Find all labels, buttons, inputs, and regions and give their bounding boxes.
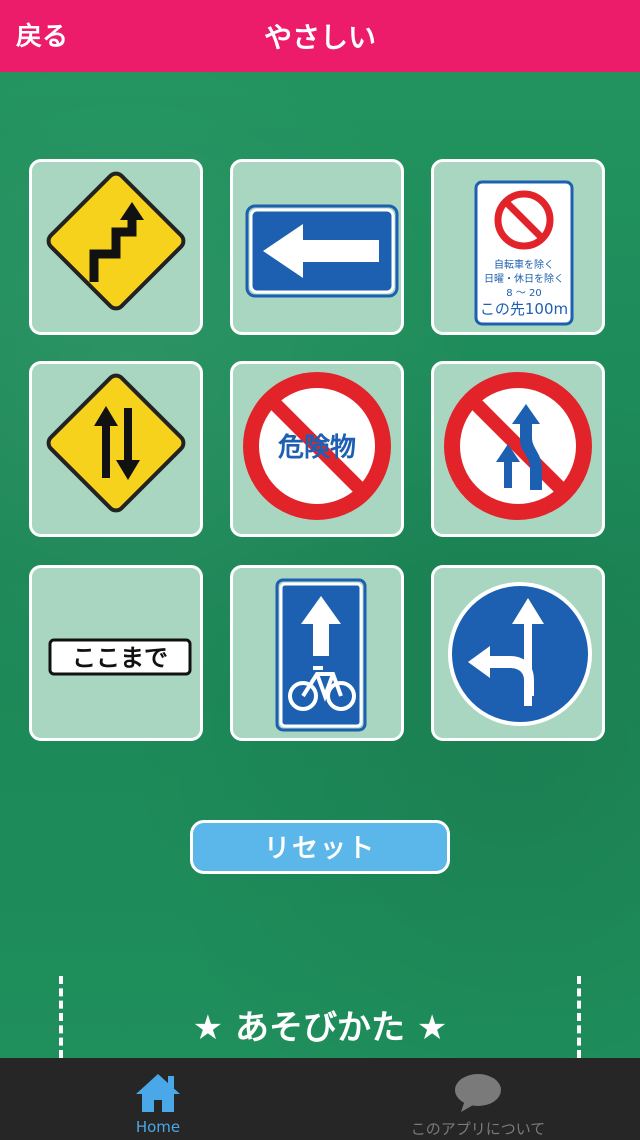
sign-text-line-4: この先100m	[480, 300, 568, 318]
tile-no-bicycle-parking[interactable]: 自転車を除く 日曜・休日を除く 8 ～ 20 この先100m	[431, 159, 605, 335]
one-way-sign-icon	[245, 204, 399, 298]
how-to-play-heading: ★ あそびかた ★	[192, 1008, 448, 1048]
top-bar: 戻る やさしい	[0, 0, 640, 72]
tile-bicycle-lane[interactable]	[230, 565, 404, 741]
tile-no-hazardous-materials[interactable]: 危険物	[230, 361, 404, 537]
tab-bar: Home このアプリについて	[0, 1058, 640, 1140]
speech-bubble-icon	[455, 1074, 501, 1112]
sign-text: 危険物	[278, 432, 356, 463]
tab-home-label: Home	[135, 1118, 181, 1136]
end-of-zone-sign-icon: ここまで	[48, 638, 192, 676]
sign-text-line-1: 自転車を除く	[494, 258, 554, 271]
tile-one-way[interactable]	[230, 159, 404, 335]
sign-text-line-3: 8 ～ 20	[506, 288, 541, 299]
tab-about-app[interactable]: このアプリについて	[388, 1058, 568, 1140]
tile-no-overtaking[interactable]	[431, 361, 605, 537]
tile-two-way-traffic[interactable]	[29, 361, 203, 537]
home-icon	[136, 1074, 180, 1112]
tab-home[interactable]: Home	[96, 1058, 220, 1140]
no-hazardous-materials-sign-icon: 危険物	[243, 372, 391, 520]
tile-winding-road[interactable]	[29, 159, 203, 335]
tab-about-label: このアプリについて	[410, 1120, 546, 1138]
no-overtaking-sign-icon	[444, 372, 592, 520]
no-bicycle-parking-sign-icon: 自転車を除く 日曜・休日を除く 8 ～ 20 この先100m	[474, 180, 574, 326]
sign-text: ここまで	[72, 644, 168, 672]
tile-end-of-zone[interactable]: ここまで	[29, 565, 203, 741]
reset-button[interactable]: リセット	[190, 820, 450, 874]
tile-straight-or-left-turn[interactable]	[431, 565, 605, 741]
page-title: やさしい	[263, 21, 376, 54]
two-way-traffic-sign-icon	[46, 373, 186, 513]
sign-text-line-2: 日曜・休日を除く	[484, 272, 564, 285]
winding-road-sign-icon	[46, 171, 186, 311]
bicycle-lane-sign-icon	[275, 578, 367, 732]
straight-or-left-turn-sign-icon	[448, 582, 592, 726]
